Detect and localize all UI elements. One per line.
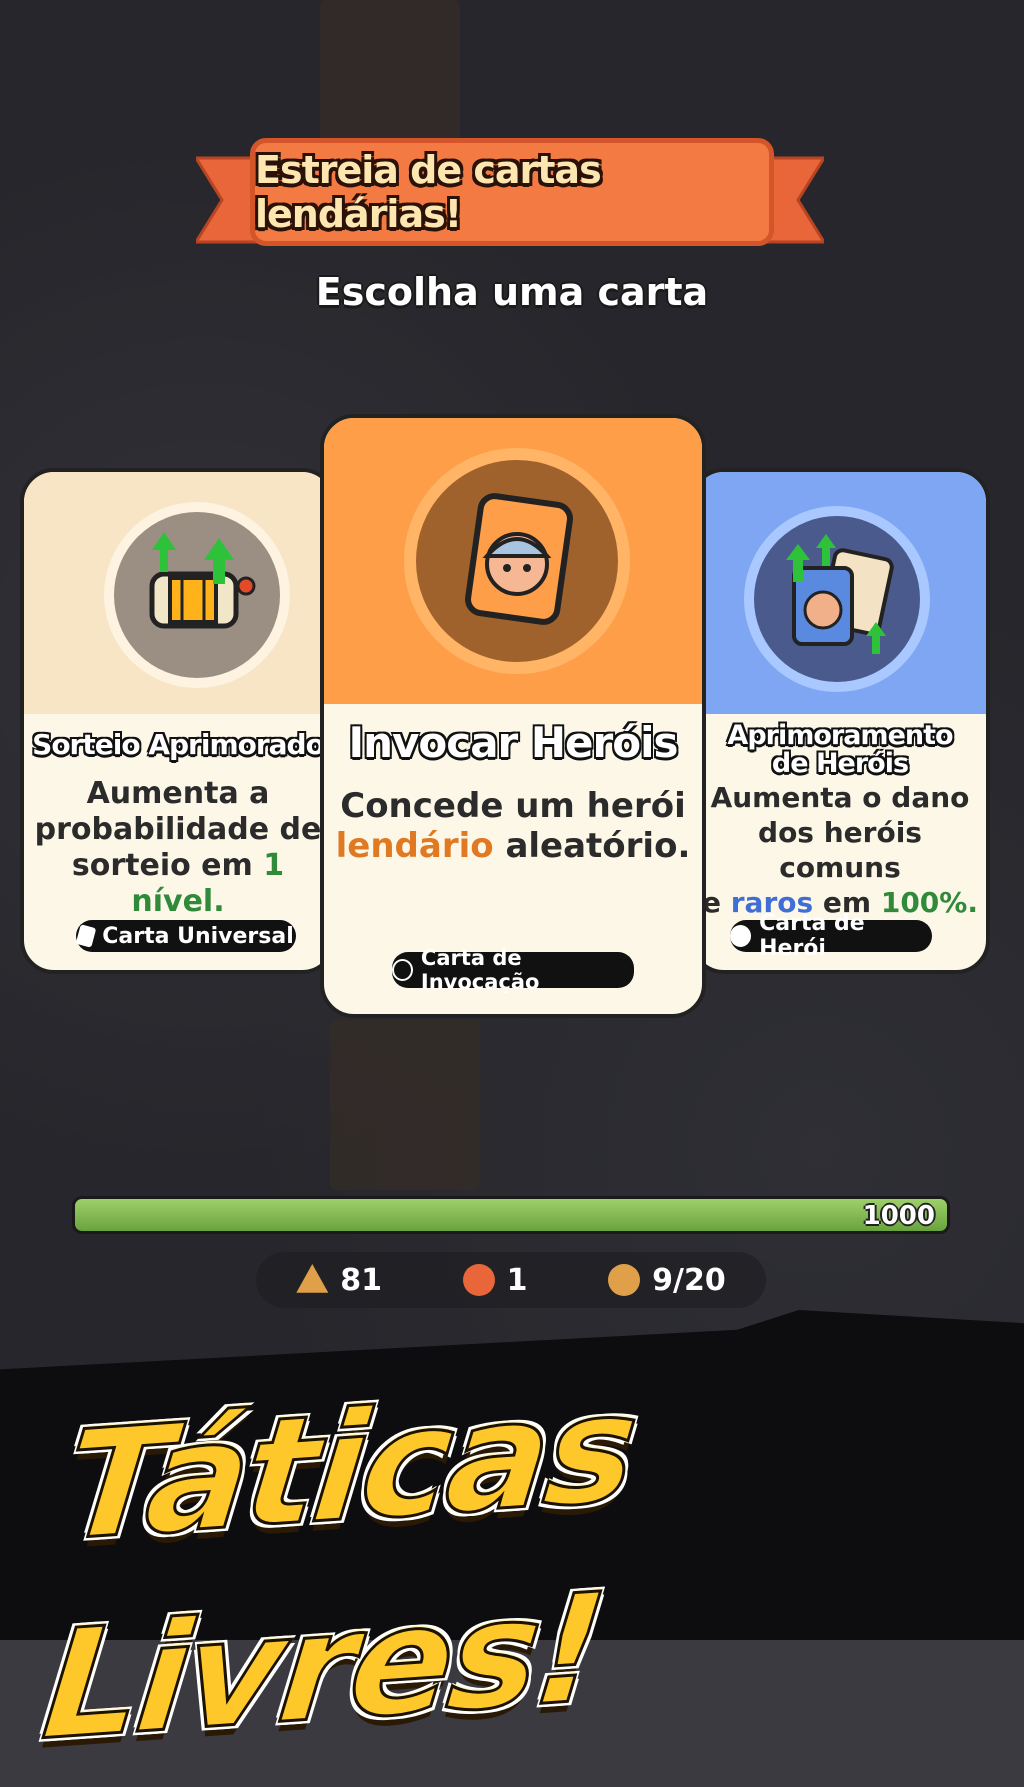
card-type-tag: Carta de Invocação [392,946,634,994]
card-description: Aumenta o dano dos heróis comuns e raros… [694,780,986,920]
card-type-tag: Carta Universal [75,920,296,952]
desc-line: dos heróis comuns [758,816,922,884]
hero-face-icon [608,1264,641,1296]
wave-progress-bar: 1000 [72,1196,950,1234]
gems-counter: 81 [296,1263,382,1298]
desc-line: Aumenta o dano [710,781,970,814]
universal-card-icon [75,924,97,948]
card-sorteio-aprimorado[interactable]: Sorteio Aprimorado Aumenta a probabilida… [20,468,336,974]
hero-card-icon [404,448,630,674]
desc-line: Aumenta a [86,776,270,811]
slot-machine-icon [104,502,290,688]
summon-icon [392,959,413,981]
hero-card-icon [730,925,752,947]
card-description: Aumenta a probabilidade de sorteio em 1 … [24,776,332,920]
card-title: Invocar Heróis [348,718,679,767]
tickets-counter: 1 [462,1263,528,1298]
progress-fill [75,1199,947,1231]
gem-icon [296,1264,329,1293]
choose-card-subtitle: Escolha uma carta [315,270,709,314]
hero-upgrade-icon [744,506,930,692]
card-title: Sorteio Aprimorado [32,728,325,761]
card-aprimoramento-herois[interactable]: Aprimoramento de Heróis Aumenta o dano d… [690,468,990,974]
card-title: Aprimoramento de Heróis [727,720,953,779]
card-description: Concede um herói lendário aleatório. [324,786,702,866]
desc-line: probabilidade de [34,812,322,847]
desc-line: lendário aleatório. [335,826,691,866]
card-type-tag: Carta de Herói [730,911,932,961]
desc-line: sorteio em 1 nível. [71,848,285,919]
progress-label: 1000 [862,1201,935,1231]
banner-title-box: Estreia de cartas lendárias! [250,138,774,246]
banner-title: Estreia de cartas lendárias! [255,148,602,236]
desc-line: Concede um herói [340,786,686,826]
heroes-counter: 9/20 [608,1263,726,1298]
card-invocar-herois[interactable]: Invocar Heróis Concede um herói lendário… [320,414,706,1018]
resource-bar: 81 1 9/20 [256,1252,766,1308]
ticket-icon [462,1264,495,1296]
